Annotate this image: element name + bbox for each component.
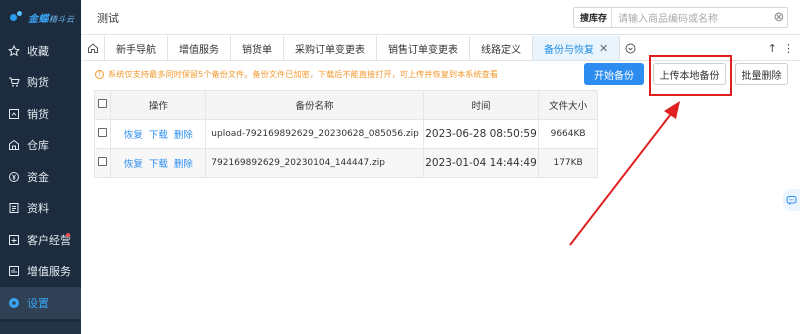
download-link[interactable]: 下载	[149, 130, 168, 141]
table-row: 恢复 下载 删除 792169892629_20230104_144447.zip …	[93, 148, 598, 178]
tab-label: 线路定义	[481, 44, 521, 56]
tab-label: 增值服务	[179, 44, 219, 56]
tab-purchase-changes[interactable]: 采购订单变更表	[284, 36, 377, 60]
delete-link[interactable]: 删除	[174, 159, 193, 170]
tab-label: 新手导航	[116, 44, 156, 56]
scroll-up-icon[interactable]: ↑	[768, 42, 777, 55]
table-header-row: 操作 备份名称 时间 文件大小	[93, 90, 598, 120]
star-icon	[8, 44, 20, 57]
sidebar-item-warehouse[interactable]: 仓库	[0, 130, 81, 162]
app-window: 金蝶精斗云 收藏 购货 销货 仓库 资金 资料 客户经营 增值服务 设置 测试 …	[0, 0, 800, 334]
help-float-button[interactable]	[783, 189, 800, 211]
sidebar-item-label: 资料	[27, 202, 49, 216]
search-box[interactable]: 搜库存 请输入商品编码或名称 ⊗	[573, 7, 788, 28]
column-header-name: 备份名称	[205, 90, 424, 120]
top-bar: 测试 搜库存 请输入商品编码或名称 ⊗	[81, 0, 800, 35]
tab-sales-changes[interactable]: 销售订单变更表	[377, 36, 470, 60]
tab-sales-order[interactable]: 销货单	[231, 36, 284, 60]
home-icon[interactable]	[81, 36, 105, 60]
start-backup-button[interactable]: 开始备份	[584, 63, 644, 85]
select-all-checkbox[interactable]	[93, 90, 112, 120]
column-header-time: 时间	[422, 90, 540, 120]
cart-icon	[8, 76, 20, 88]
close-icon[interactable]: ✕	[599, 42, 608, 55]
logo-icon	[10, 10, 24, 25]
sidebar-item-purchase[interactable]: 购货	[0, 67, 81, 99]
backup-size: 177KB	[538, 148, 598, 178]
tab-label: 备份与恢复	[544, 44, 594, 56]
download-link[interactable]: 下载	[149, 159, 168, 170]
tab-label: 采购订单变更表	[295, 44, 365, 56]
sidebar-item-customers[interactable]: 客户经营	[0, 224, 81, 256]
backup-table: 操作 备份名称 时间 文件大小 恢复 下载 删除 upload-7921698926…	[93, 90, 598, 178]
backup-time: 2023-01-04 14:44:49	[422, 148, 540, 178]
sidebar-item-label: 仓库	[27, 139, 49, 153]
tab-label: 销售订单变更表	[388, 44, 458, 56]
column-header-ops: 操作	[110, 90, 207, 120]
notice-text: 系统仅支持最多同时保留5个备份文件。备份文件已加密，下载后不能直接打开，可上传并…	[108, 69, 499, 79]
sidebar-item-label: 增值服务	[27, 265, 71, 279]
sales-icon	[8, 108, 20, 120]
more-icon[interactable]: ⋮	[783, 42, 794, 55]
sidebar-nav: 收藏 购货 销货 仓库 资金 资料 客户经营 增值服务 设置	[0, 35, 81, 319]
row-checkbox[interactable]	[93, 148, 112, 178]
tab-guide[interactable]: 新手导航	[105, 36, 168, 60]
brand-logo[interactable]: 金蝶精斗云	[0, 0, 81, 35]
search-input[interactable]: 请输入商品编码或名称	[612, 10, 771, 25]
tab-label: 销货单	[242, 44, 272, 56]
sidebar-item-funds[interactable]: 资金	[0, 161, 81, 193]
batch-delete-button[interactable]: 批量删除	[735, 63, 788, 85]
row-actions: 恢复 下载 删除	[110, 148, 207, 178]
account-title: 测试	[97, 12, 119, 25]
backup-size: 9664KB	[538, 119, 598, 149]
sidebar-item-value-added[interactable]: 增值服务	[0, 256, 81, 288]
sidebar-item-data[interactable]: 资料	[0, 193, 81, 225]
warehouse-icon	[8, 139, 20, 151]
sidebar-item-label: 收藏	[27, 44, 49, 58]
table-row: 恢复 下载 删除 upload-792169892629_20230628_0850…	[93, 119, 598, 149]
backup-name: 792169892629_20230104_144447.zip	[205, 148, 424, 178]
brand-name: 金蝶精斗云	[28, 14, 75, 25]
customer-icon	[8, 234, 20, 246]
row-actions: 恢复 下载 删除	[110, 119, 207, 149]
sidebar-item-label: 销货	[27, 107, 49, 121]
settings-icon	[8, 297, 20, 309]
document-icon	[8, 202, 20, 214]
restore-link[interactable]: 恢复	[124, 159, 143, 170]
backup-time: 2023-06-28 08:50:59	[422, 119, 540, 149]
chat-icon	[786, 195, 797, 205]
row-checkbox[interactable]	[93, 119, 112, 149]
sidebar-item-sales[interactable]: 销货	[0, 98, 81, 130]
backup-notice: ! 系统仅支持最多同时保留5个备份文件。备份文件已加密，下载后不能直接打开，可上…	[95, 68, 498, 80]
tab-backup-restore[interactable]: 备份与恢复 ✕	[533, 36, 621, 60]
money-icon	[8, 171, 20, 183]
sidebar-footer	[0, 322, 81, 334]
notification-dot	[66, 233, 70, 237]
sidebar-item-label: 客户经营	[27, 233, 71, 247]
service-icon	[8, 265, 20, 277]
sidebar-item-label: 设置	[27, 296, 49, 310]
warning-icon: !	[95, 69, 104, 79]
annotation-highlight-box	[649, 55, 732, 96]
chevron-down-icon[interactable]	[620, 36, 640, 60]
clear-icon[interactable]: ⊗	[771, 10, 787, 25]
tab-bar-actions: ↑ ⋮	[768, 36, 800, 61]
search-scope-select[interactable]: 搜库存	[574, 8, 613, 27]
sidebar-item-label: 购货	[27, 76, 49, 90]
restore-link[interactable]: 恢复	[124, 130, 143, 141]
sidebar-item-label: 资金	[27, 170, 49, 184]
delete-link[interactable]: 删除	[174, 130, 193, 141]
tab-route-definition[interactable]: 线路定义	[470, 36, 533, 60]
tab-value-added[interactable]: 增值服务	[168, 36, 231, 60]
sidebar-item-settings[interactable]: 设置	[0, 287, 81, 319]
sidebar-item-favorites[interactable]: 收藏	[0, 35, 81, 67]
column-header-size: 文件大小	[538, 90, 598, 120]
backup-name: upload-792169892629_20230628_085056.zip	[205, 119, 424, 149]
sidebar: 金蝶精斗云 收藏 购货 销货 仓库 资金 资料 客户经营 增值服务 设置	[0, 0, 81, 334]
